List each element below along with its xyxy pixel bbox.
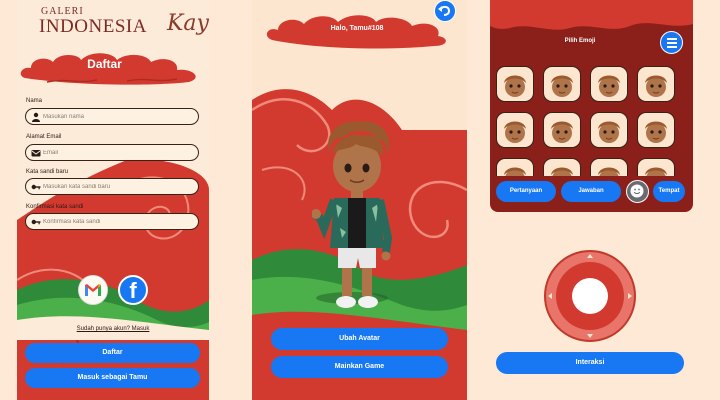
emoji-toggle-button[interactable]: [626, 180, 649, 203]
facebook-icon: f: [129, 278, 137, 303]
email-field[interactable]: [25, 144, 199, 161]
new-password-field[interactable]: [25, 178, 199, 195]
back-button[interactable]: [434, 0, 456, 22]
emoji-option[interactable]: [543, 66, 581, 102]
person-icon: [32, 112, 40, 122]
avatar-character: [312, 121, 393, 308]
joystick[interactable]: [544, 250, 636, 342]
register-screen: GALERI INDONESIA Kaya Daftar Nama Alamat…: [17, 0, 209, 400]
emoji-option[interactable]: [496, 158, 534, 176]
confirm-password-input[interactable]: [43, 217, 193, 226]
new-password-input[interactable]: [43, 182, 193, 191]
change-avatar-button[interactable]: Ubah Avatar: [271, 328, 448, 350]
register-button[interactable]: Daftar: [25, 343, 200, 363]
emoji-option[interactable]: [637, 66, 675, 102]
key-icon: [31, 184, 41, 190]
email-input[interactable]: [43, 148, 193, 157]
emoji-face-icon: [645, 121, 667, 143]
galeri-indonesia-kaya-logo: GALERI INDONESIA Kaya: [39, 6, 209, 37]
smile-icon: [630, 184, 644, 198]
emoji-picker: Pilih Emoji Pertanyaan Jawaban Tempat: [490, 0, 693, 212]
emoji-option[interactable]: [543, 158, 581, 176]
name-field[interactable]: [25, 108, 199, 125]
undo-icon: [438, 5, 451, 16]
email-label: Alamat Email: [26, 134, 62, 140]
emoji-option[interactable]: [637, 112, 675, 148]
name-label: Nama: [26, 98, 43, 104]
emoji-grid: [496, 66, 686, 176]
emoji-face-icon: [598, 121, 620, 143]
emoji-option[interactable]: [496, 112, 534, 148]
guest-login-button[interactable]: Masuk sebagai Tamu: [25, 368, 200, 388]
emoji-face-icon: [551, 121, 573, 143]
title-cloud: Daftar: [17, 48, 209, 88]
gmail-login-button[interactable]: [78, 275, 108, 305]
name-input[interactable]: [43, 112, 193, 121]
emoji-face-icon: [598, 75, 620, 97]
avatar-screen: Halo, Tamu#108 Ubah Avatar Mainkan Game: [252, 0, 467, 400]
key-icon: [31, 219, 41, 225]
emoji-face-icon: [598, 167, 620, 176]
facebook-login-button[interactable]: f: [118, 275, 148, 305]
gmail-icon: [85, 284, 101, 296]
emoji-face-icon: [645, 167, 667, 176]
emoji-option[interactable]: [590, 158, 628, 176]
emoji-option[interactable]: [590, 112, 628, 148]
emoji-face-icon: [504, 75, 526, 97]
emoji-face-icon: [645, 75, 667, 97]
emoji-face-icon: [504, 121, 526, 143]
emoji-face-icon: [504, 167, 526, 176]
confirm-password-field[interactable]: [25, 213, 199, 230]
tab-jawaban[interactable]: Jawaban: [561, 181, 621, 202]
page-title: Daftar: [87, 57, 122, 71]
emoji-option[interactable]: [637, 158, 675, 176]
emoji-face-icon: [551, 167, 573, 176]
greeting-text: Halo, Tamu#108: [330, 25, 384, 32]
emoji-picker-title: Pilih Emoji: [564, 38, 596, 44]
tab-tempat[interactable]: Tempat: [653, 181, 685, 202]
emoji-option[interactable]: [590, 66, 628, 102]
signin-link[interactable]: Sudah punya akun? Masuk: [17, 326, 209, 332]
tab-pertanyaan[interactable]: Pertanyaan: [496, 181, 556, 202]
emoji-face-icon: [551, 75, 573, 97]
confirm-password-label: Konfirmasi kata sandi: [26, 204, 84, 210]
mail-icon: [31, 150, 41, 157]
emoji-option[interactable]: [543, 112, 581, 148]
interact-button[interactable]: Interaksi: [496, 352, 684, 374]
play-game-button[interactable]: Mainkan Game: [271, 356, 448, 378]
greeting-cloud: Halo, Tamu#108: [262, 10, 452, 50]
emoji-option[interactable]: [496, 66, 534, 102]
menu-button[interactable]: [660, 31, 683, 54]
new-password-label: Kata sandi baru: [26, 169, 69, 175]
